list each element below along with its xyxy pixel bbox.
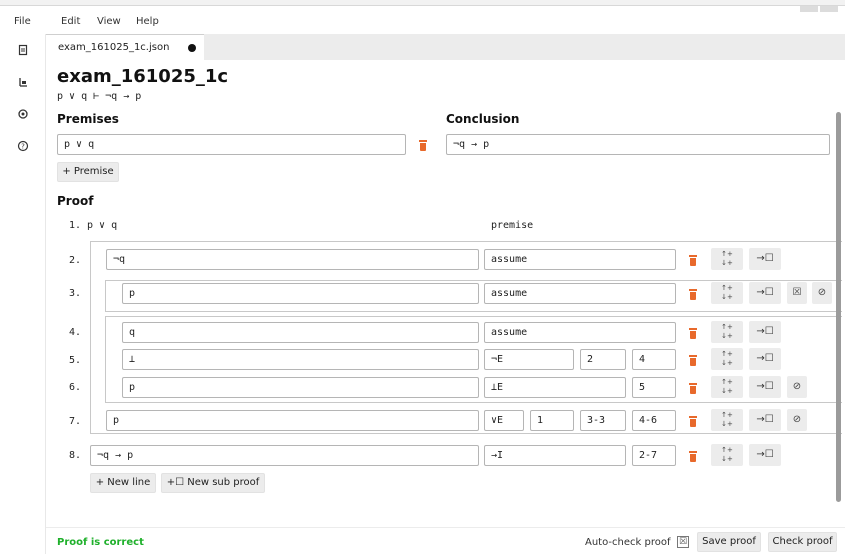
window-top-edge (0, 0, 845, 6)
delete-premise-icon[interactable] (418, 140, 428, 151)
line-number: 8. (69, 450, 82, 461)
formula-input[interactable]: ⊥ (122, 349, 479, 370)
delete-line-icon[interactable] (688, 328, 698, 339)
proof-heading: Proof (57, 194, 94, 208)
reference-input[interactable]: 2-7 (632, 445, 676, 466)
premise-line-rule: premise (491, 220, 534, 231)
document-icon[interactable] (17, 44, 29, 56)
formula-input[interactable]: ¬q → p (90, 445, 479, 466)
delete-line-icon[interactable] (688, 451, 698, 462)
menu-file[interactable]: File (14, 16, 31, 27)
svg-text:?: ? (21, 143, 25, 151)
menu-help[interactable]: Help (136, 16, 159, 27)
rule-input[interactable]: ⊥E (484, 377, 626, 398)
move-line-button[interactable]: ↑+ ↓+ (711, 409, 743, 431)
line-number: 2. (69, 255, 82, 266)
conclusion-heading: Conclusion (446, 112, 520, 126)
reference-input[interactable]: 4-6 (632, 410, 676, 431)
link-icon[interactable]: ⊘ (787, 409, 807, 431)
tab-file-label: exam_161025_1c.json (58, 42, 170, 53)
settings-icon[interactable] (17, 108, 29, 120)
move-line-button[interactable]: ↑+ ↓+ (711, 248, 743, 270)
vertical-scrollbar[interactable] (836, 112, 841, 502)
delete-line-icon[interactable] (688, 289, 698, 300)
page-title: exam_161025_1c (57, 66, 229, 87)
reference-input[interactable]: 1 (530, 410, 574, 431)
reference-input[interactable]: 4 (632, 349, 676, 370)
reference-input[interactable]: 5 (632, 377, 676, 398)
proof-status-text: Proof is correct (57, 537, 144, 548)
rule-input[interactable]: ∨E (484, 410, 524, 431)
reference-input[interactable]: 2 (580, 349, 626, 370)
to-subproof-button[interactable]: →☐ (749, 444, 781, 466)
link-icon[interactable]: ⊘ (812, 282, 832, 304)
move-line-button[interactable]: ↑+ ↓+ (711, 376, 743, 398)
formula-input[interactable]: ¬q (106, 249, 479, 270)
move-line-button[interactable]: ↑+ ↓+ (711, 321, 743, 343)
add-premise-button[interactable]: + Premise (57, 162, 119, 182)
line-number: 7. (69, 416, 82, 427)
premises-heading: Premises (57, 112, 119, 126)
new-line-button[interactable]: + New line (90, 473, 156, 493)
tree-icon[interactable] (17, 76, 29, 88)
menu-edit[interactable]: Edit (61, 16, 80, 27)
autocheck-checkbox[interactable]: ☒ (677, 536, 689, 548)
line-number: 6. (69, 382, 82, 393)
line-number: 1. (69, 220, 82, 231)
to-subproof-button[interactable]: →☐ (749, 409, 781, 431)
delete-line-icon[interactable] (688, 383, 698, 394)
formula-input[interactable]: p (122, 377, 479, 398)
to-subproof-button[interactable]: →☐ (749, 348, 781, 370)
check-proof-button[interactable]: Check proof (768, 532, 837, 552)
reference-input[interactable]: 3-3 (580, 410, 626, 431)
move-line-button[interactable]: ↑+ ↓+ (711, 348, 743, 370)
autocheck-label: Auto-check proof (585, 537, 671, 548)
delete-line-icon[interactable] (688, 255, 698, 266)
premise-line-formula: p ∨ q (87, 220, 118, 231)
rule-input[interactable]: assume (484, 283, 676, 304)
to-subproof-button[interactable]: →☐ (749, 248, 781, 270)
save-proof-button[interactable]: Save proof (697, 532, 761, 552)
line-number: 5. (69, 355, 82, 366)
help-icon[interactable]: ? (17, 140, 29, 152)
to-subproof-button[interactable]: →☐ (749, 376, 781, 398)
window-controls[interactable] (798, 2, 838, 12)
link-icon[interactable]: ⊘ (787, 376, 807, 398)
premise-input[interactable]: p ∨ q (57, 134, 406, 155)
formula-input[interactable]: p (106, 410, 479, 431)
menu-view[interactable]: View (97, 16, 121, 27)
rule-input[interactable]: →I (484, 445, 626, 466)
close-subproof-icon[interactable]: ☒ (787, 282, 807, 304)
conclusion-input[interactable]: ¬q → p (446, 134, 830, 155)
menu-bar: File Edit View Help (0, 12, 845, 32)
rule-input[interactable]: assume (484, 322, 676, 343)
delete-line-icon[interactable] (688, 355, 698, 366)
tab-bar: exam_161025_1c.json (46, 34, 845, 60)
rule-input[interactable]: assume (484, 249, 676, 270)
to-subproof-button[interactable]: →☐ (749, 282, 781, 304)
activity-bar: ? (0, 34, 46, 554)
move-line-button[interactable]: ↑+ ↓+ (711, 282, 743, 304)
formula-input[interactable]: q (122, 322, 479, 343)
line-number: 4. (69, 327, 82, 338)
sequent-text: p ∨ q ⊢ ¬q → p (57, 91, 142, 102)
to-subproof-button[interactable]: →☐ (749, 321, 781, 343)
formula-input[interactable]: p (122, 283, 479, 304)
new-subproof-button[interactable]: +☐ New sub proof (161, 473, 265, 493)
unsaved-indicator-icon (188, 44, 196, 52)
rule-input[interactable]: ¬E (484, 349, 574, 370)
move-line-button[interactable]: ↑+ ↓+ (711, 444, 743, 466)
line-number: 3. (69, 288, 82, 299)
delete-line-icon[interactable] (688, 416, 698, 427)
tab-file[interactable]: exam_161025_1c.json (46, 34, 204, 60)
